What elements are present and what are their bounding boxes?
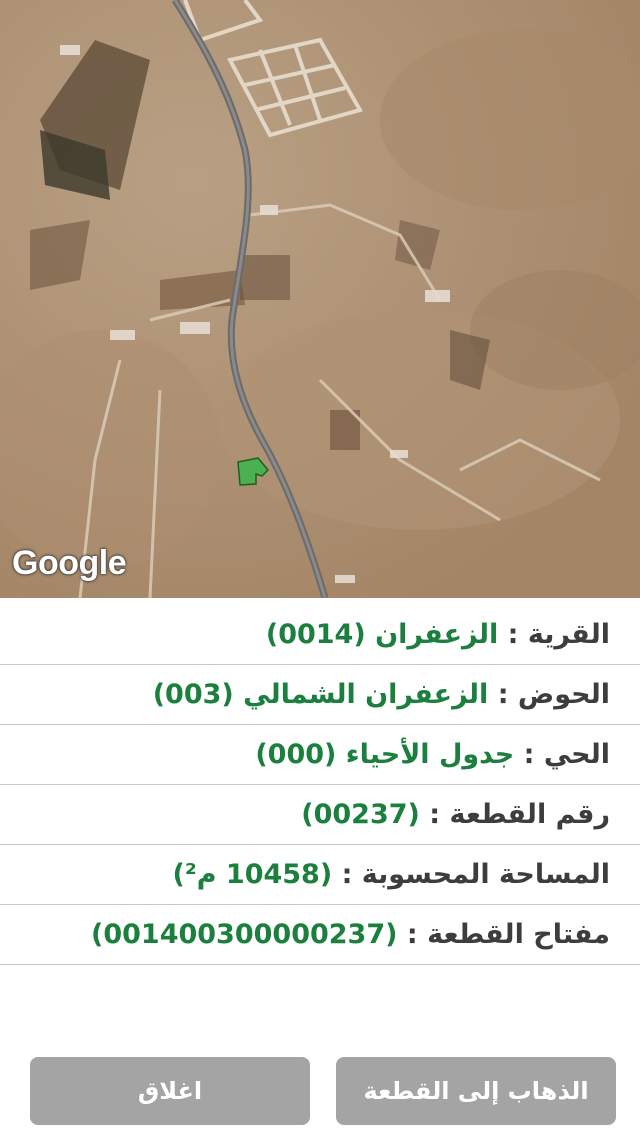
- parcel-key-label: مفتاح القطعة :: [406, 919, 610, 950]
- parcel-number-value: (00237): [301, 799, 420, 830]
- google-logo: Google: [12, 544, 127, 582]
- satellite-map[interactable]: Google: [0, 0, 640, 598]
- parcel-number-row: رقم القطعة : (00237): [0, 785, 640, 845]
- basin-label: الحوض :: [497, 679, 610, 710]
- neighborhood-label: الحي :: [523, 739, 610, 770]
- village-value: الزعفران (0014): [265, 619, 499, 650]
- village-row: القرية : الزعفران (0014): [0, 605, 640, 665]
- basin-value: الزعفران الشمالي (003): [152, 679, 489, 710]
- parcel-number-label: رقم القطعة :: [429, 799, 610, 830]
- basin-row: الحوض : الزعفران الشمالي (003): [0, 665, 640, 725]
- map-imagery: [0, 0, 640, 598]
- village-label: القرية :: [507, 619, 610, 650]
- parcel-info-panel: القرية : الزعفران (0014) الحوض : الزعفرا…: [0, 605, 640, 965]
- go-to-parcel-button[interactable]: الذهاب إلى القطعة: [336, 1057, 616, 1125]
- parcel-key-value: (001400300000237): [90, 919, 398, 950]
- neighborhood-value: جدول الأحياء (000): [255, 739, 515, 770]
- area-value: (10458 م²): [172, 859, 333, 890]
- close-button[interactable]: اغلاق: [30, 1057, 310, 1125]
- area-label: المساحة المحسوبة :: [341, 859, 610, 890]
- area-row: المساحة المحسوبة : (10458 م²): [0, 845, 640, 905]
- neighborhood-row: الحي : جدول الأحياء (000): [0, 725, 640, 785]
- action-buttons: اغلاق الذهاب إلى القطعة: [30, 1057, 616, 1125]
- parcel-key-row: مفتاح القطعة : (001400300000237): [0, 905, 640, 965]
